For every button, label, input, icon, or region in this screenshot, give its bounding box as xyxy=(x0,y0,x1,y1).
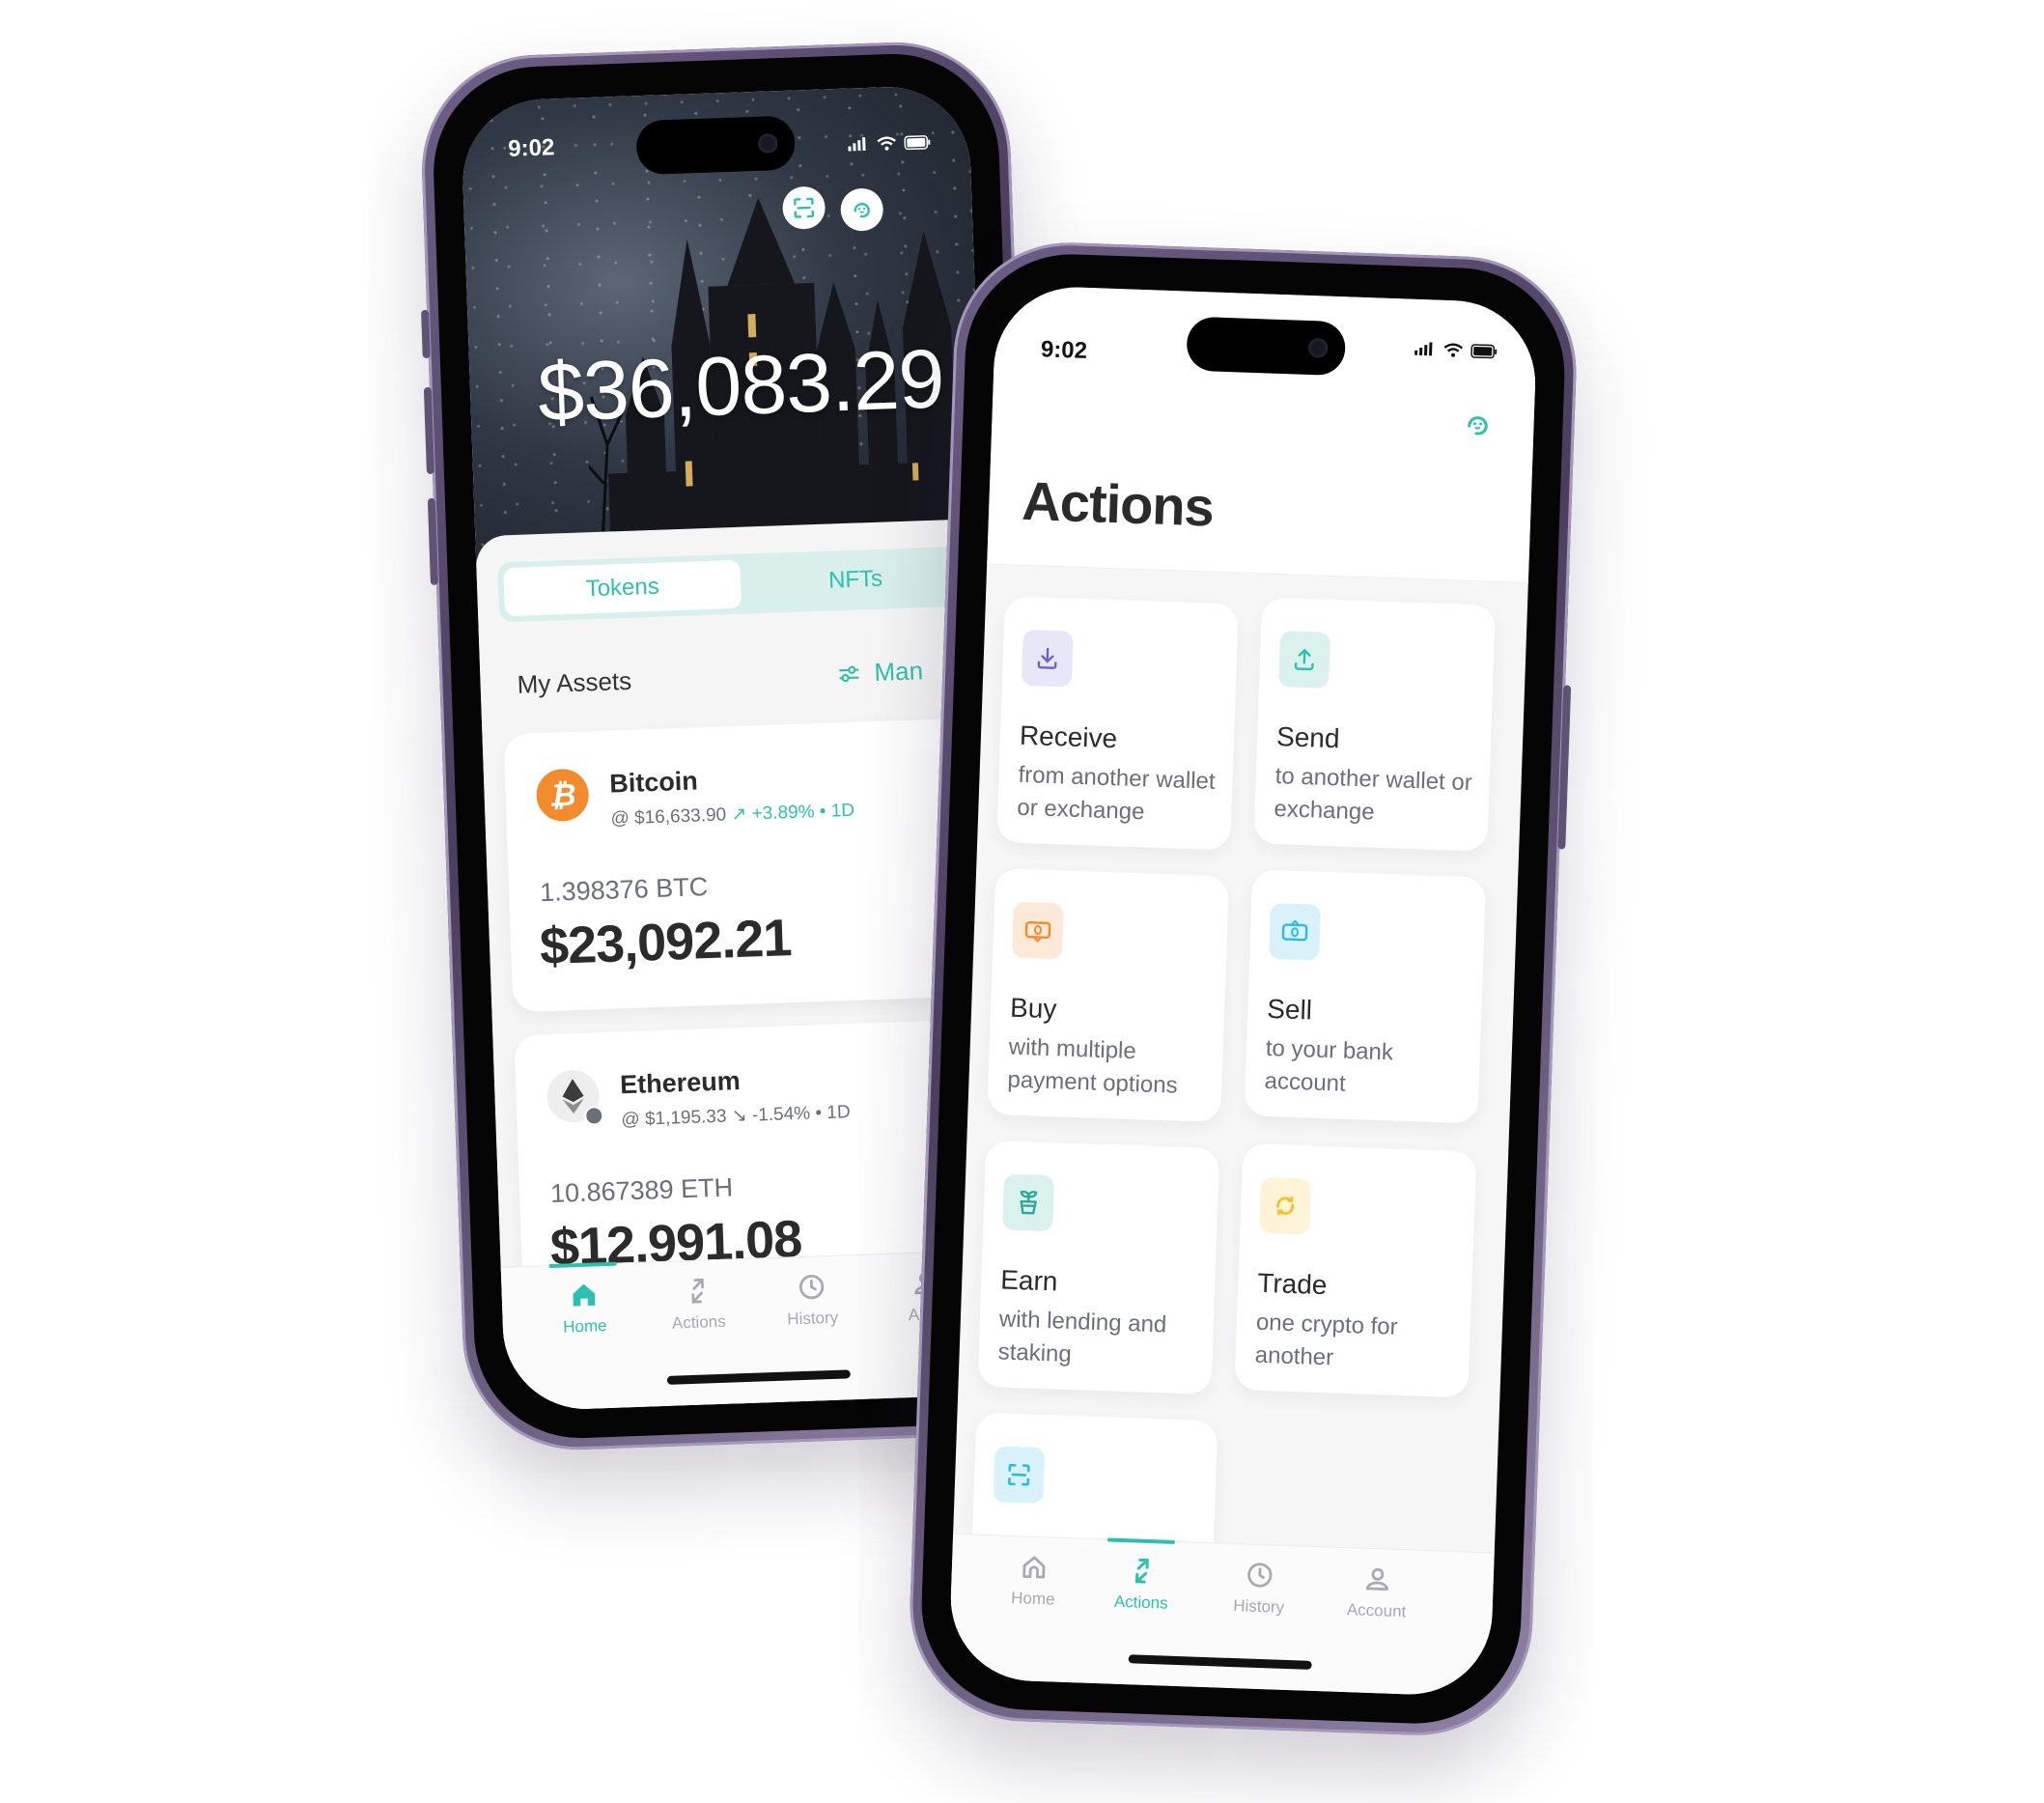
tab-nfts[interactable]: NFTs xyxy=(787,553,924,606)
tab-actions[interactable]: Actions xyxy=(1087,1555,1195,1615)
tab-history[interactable]: History xyxy=(758,1271,866,1331)
earn-icon xyxy=(1002,1173,1055,1232)
actions-screen: 9:02 Actions Receive from another wallet… xyxy=(947,284,1538,1698)
actions-icon xyxy=(691,1278,704,1304)
asset-name: Bitcoin xyxy=(608,766,699,799)
trend-down-icon: ↘ xyxy=(731,1105,748,1127)
tab-label: Home xyxy=(562,1316,607,1337)
mute-switch xyxy=(421,309,431,359)
action-card-trade[interactable]: Trade one crypto for another xyxy=(1234,1143,1477,1398)
home-indicator xyxy=(666,1369,851,1385)
signal-icon xyxy=(848,136,866,152)
action-card-sell[interactable]: Sell to your bank account xyxy=(1244,869,1487,1124)
actions-icon xyxy=(1134,1558,1149,1584)
status-time: 9:02 xyxy=(507,134,555,162)
trade-icon xyxy=(1259,1176,1312,1235)
asset-quantity: 1.398376 BTC xyxy=(539,872,709,908)
asset-price: @ $1,195.33 ↘ -1.54% • 1D xyxy=(621,1101,851,1131)
asset-period: • 1D xyxy=(815,1102,851,1124)
action-card-buy[interactable]: Buy with multiple payment options xyxy=(987,867,1230,1123)
power-button xyxy=(1557,685,1572,850)
action-card-send[interactable]: Send to another wallet or exchange xyxy=(1253,597,1497,852)
volume-up-button xyxy=(423,386,434,475)
page-title: Actions xyxy=(1021,469,1215,538)
manage-button[interactable]: Man xyxy=(837,656,924,689)
asset-value: $23,092.21 xyxy=(539,909,793,976)
actions-header: 9:02 Actions xyxy=(987,284,1538,584)
buy-icon xyxy=(1011,901,1064,960)
phone-actions-screen: 9:02 Actions Receive from another wallet… xyxy=(906,239,1581,1739)
action-description: from another wallet or exchange xyxy=(1016,761,1217,826)
action-description: with multiple payment options xyxy=(1007,1033,1179,1099)
tab-tokens[interactable]: Tokens xyxy=(503,559,742,617)
asset-period: • 1D xyxy=(819,800,855,823)
tab-label: History xyxy=(1232,1596,1285,1617)
connect-icon xyxy=(993,1446,1046,1505)
trend-up-icon: ↗ xyxy=(731,803,747,826)
volume-down-button xyxy=(427,497,438,585)
action-card-earn[interactable]: Earn with lending and staking xyxy=(977,1140,1220,1395)
action-description: to your bank account xyxy=(1264,1034,1394,1097)
ethereum-logo xyxy=(562,1079,584,1114)
home-icon xyxy=(573,1283,596,1307)
manage-label: Man xyxy=(873,656,924,687)
history-icon xyxy=(1247,1563,1273,1588)
asset-name: Ethereum xyxy=(619,1066,742,1100)
battery-icon xyxy=(904,134,931,150)
total-balance: $36,083.29 xyxy=(536,332,945,439)
action-card-receive[interactable]: Receive from another wallet or exchange xyxy=(996,596,1239,851)
asset-quantity: 10.867389 ETH xyxy=(549,1172,734,1209)
receive-icon xyxy=(1021,629,1074,688)
tab-history[interactable]: History xyxy=(1205,1559,1313,1619)
sell-icon xyxy=(1269,902,1322,961)
segmented-control: Tokens NFTs xyxy=(497,544,1014,623)
support-button[interactable] xyxy=(1458,405,1498,444)
account-icon xyxy=(1365,1567,1388,1591)
history-icon xyxy=(798,1275,825,1300)
tab-actions[interactable]: Actions xyxy=(644,1275,752,1335)
tab-home[interactable]: Home xyxy=(530,1279,638,1338)
action-title: Send xyxy=(1275,721,1341,754)
scan-icon xyxy=(794,197,815,218)
asset-unit-price: @ $16,633.90 xyxy=(610,804,727,830)
battery-icon xyxy=(1470,343,1498,358)
signal-icon xyxy=(1414,342,1433,356)
action-title: Trade xyxy=(1256,1267,1328,1301)
bottom-tab-bar: Home Actions History Account xyxy=(947,1533,1495,1698)
asset-unit-price: @ $1,195.33 xyxy=(621,1106,727,1131)
tab-account[interactable]: Account xyxy=(1323,1563,1431,1622)
tab-label: History xyxy=(786,1308,839,1329)
action-title: Earn xyxy=(999,1264,1059,1297)
action-title: Buy xyxy=(1009,992,1057,1025)
action-title: Receive xyxy=(1019,719,1118,754)
send-icon xyxy=(1277,631,1330,689)
asset-change: -1.54% xyxy=(751,1103,811,1126)
tab-label: Home xyxy=(1010,1589,1055,1609)
bitcoin-icon: ₿ xyxy=(535,768,590,823)
sliders-icon xyxy=(839,665,859,682)
bezel: 9:02 Actions Receive from another wallet… xyxy=(917,250,1569,1728)
home-icon xyxy=(1022,1556,1046,1579)
tab-label: Actions xyxy=(1113,1592,1168,1613)
action-description: to another wallet or exchange xyxy=(1274,763,1473,826)
tab-label: Actions xyxy=(671,1311,726,1333)
action-description: one crypto for another xyxy=(1254,1309,1399,1371)
support-agent-icon xyxy=(1468,416,1488,436)
status-time: 9:02 xyxy=(1040,336,1088,364)
my-assets-heading: My Assets xyxy=(517,665,632,699)
action-title: Sell xyxy=(1266,993,1313,1026)
ethereum-icon xyxy=(546,1069,604,1126)
tab-home[interactable]: Home xyxy=(980,1551,1088,1611)
asset-change: +3.89% xyxy=(751,802,815,825)
wifi-icon xyxy=(877,136,896,151)
network-badge xyxy=(583,1106,604,1126)
action-description: with lending and staking xyxy=(997,1306,1167,1368)
wifi-icon xyxy=(1443,343,1464,357)
asset-price: @ $16,633.90 ↗ +3.89% • 1D xyxy=(610,800,854,831)
support-agent-icon xyxy=(854,202,870,218)
tab-label: Account xyxy=(1346,1600,1407,1621)
home-indicator xyxy=(1128,1654,1312,1670)
